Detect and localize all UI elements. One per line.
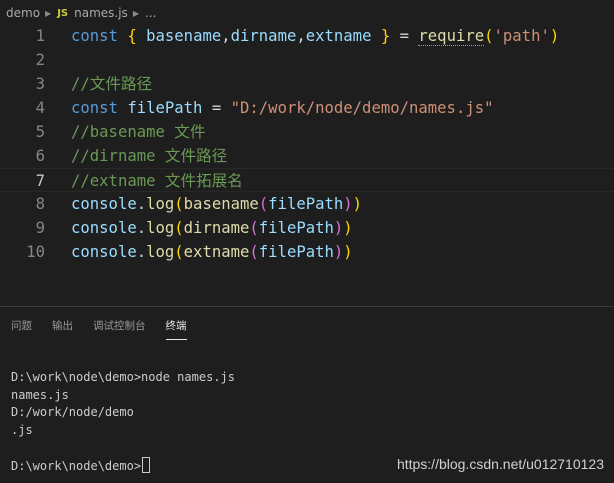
code-text: console.log(extname(filePath)) bbox=[71, 240, 353, 264]
code-token: console bbox=[71, 243, 137, 261]
code-token: extname bbox=[305, 27, 372, 45]
code-token: ( bbox=[174, 195, 184, 213]
code-token: ( bbox=[174, 219, 184, 237]
code-token: = bbox=[399, 27, 419, 45]
code-token: filePath bbox=[258, 219, 334, 237]
tab-terminal[interactable]: 终端 bbox=[165, 314, 187, 340]
code-token: basename bbox=[146, 27, 222, 45]
code-line[interactable]: 4 const filePath = "D:/work/node/demo/nam… bbox=[0, 96, 614, 120]
code-token: 'path' bbox=[493, 27, 550, 45]
breadcrumb-symbols[interactable]: ... bbox=[145, 6, 156, 20]
code-text: //文件路径 bbox=[71, 72, 152, 96]
line-number: 3 bbox=[35, 75, 45, 93]
code-token: . bbox=[136, 243, 147, 261]
chevron-right-icon: ▶ bbox=[45, 8, 52, 18]
code-token: ) bbox=[333, 219, 344, 237]
terminal-line: D:\work\node\demo>node names.js bbox=[11, 370, 235, 384]
terminal-line: names.js bbox=[11, 387, 69, 402]
code-token: //basename 文件 bbox=[71, 123, 206, 141]
line-number: 1 bbox=[35, 27, 45, 45]
code-line[interactable]: 5 //basename 文件 bbox=[0, 120, 614, 144]
breadcrumb: demo ▶ JS names.js ▶ ... bbox=[0, 0, 614, 26]
code-token: //extname 文件拓展名 bbox=[71, 172, 243, 190]
breadcrumb-folder[interactable]: demo bbox=[6, 6, 40, 20]
line-number: 4 bbox=[35, 99, 45, 117]
breadcrumb-file[interactable]: names.js bbox=[74, 6, 128, 20]
code-token: require bbox=[418, 27, 485, 46]
code-text: //basename 文件 bbox=[71, 120, 205, 144]
code-line[interactable]: 6 //dirname 文件路径 bbox=[0, 144, 614, 168]
terminal-cursor bbox=[142, 456, 151, 473]
code-token: console bbox=[71, 219, 137, 237]
code-token: ( bbox=[174, 243, 184, 261]
code-token: ( bbox=[258, 195, 269, 213]
code-text: const { basename,dirname,extname } = req… bbox=[71, 24, 559, 48]
bottom-panel: 问题 输出 调试控制台 终端 D:\work\node\demo>node names… bbox=[0, 306, 614, 483]
code-token: , bbox=[221, 27, 231, 45]
code-token: extname bbox=[183, 243, 250, 261]
code-text: //extname 文件拓展名 bbox=[71, 169, 243, 193]
code-line[interactable]: 2 bbox=[0, 48, 614, 72]
code-line[interactable]: 8 console.log(basename(filePath)) bbox=[0, 192, 614, 216]
code-token: = bbox=[202, 99, 231, 117]
chevron-right-icon: ▶ bbox=[132, 8, 139, 18]
code-text: console.log(basename(filePath)) bbox=[71, 192, 362, 216]
code-token: . bbox=[136, 219, 147, 237]
code-line[interactable]: 3 //文件路径 bbox=[0, 72, 614, 96]
code-token: dirname bbox=[183, 219, 250, 237]
code-token: log bbox=[146, 195, 175, 213]
code-token: dirname bbox=[230, 27, 297, 45]
code-token: log bbox=[146, 243, 175, 261]
code-token: filePath bbox=[258, 243, 334, 261]
line-number: 9 bbox=[35, 219, 45, 237]
line-number: 6 bbox=[35, 147, 45, 165]
tab-debug-console[interactable]: 调试控制台 bbox=[93, 314, 146, 337]
code-token: } bbox=[371, 27, 400, 45]
code-token: log bbox=[146, 219, 175, 237]
code-line[interactable]: 7 //extname 文件拓展名 bbox=[0, 168, 614, 192]
code-token: ) bbox=[343, 243, 353, 261]
code-token: ( bbox=[249, 219, 259, 237]
code-line[interactable]: 1 const { basename,dirname,extname } = re… bbox=[0, 24, 614, 48]
code-line[interactable]: 10 console.log(extname(filePath)) bbox=[0, 240, 614, 264]
javascript-file-icon: JS bbox=[57, 7, 69, 19]
code-token: basename bbox=[183, 195, 259, 213]
tab-problems[interactable]: 问题 bbox=[11, 314, 32, 337]
panel-tabs: 问题 输出 调试控制台 终端 bbox=[0, 307, 207, 343]
terminal-line: D:/work/node/demo bbox=[11, 405, 134, 419]
code-token: console bbox=[71, 195, 137, 213]
code-token: //dirname 文件路径 bbox=[71, 147, 228, 165]
watermark-text: https://blog.csdn.net/u012710123 bbox=[396, 456, 604, 472]
tab-output[interactable]: 输出 bbox=[52, 314, 73, 337]
line-number: 5 bbox=[35, 123, 45, 141]
code-token: const bbox=[71, 99, 128, 117]
code-token: ( bbox=[484, 27, 494, 45]
code-token: //文件路径 bbox=[71, 75, 153, 93]
line-number: 7 bbox=[35, 172, 45, 190]
code-token: ) bbox=[343, 195, 353, 213]
code-token: . bbox=[136, 195, 147, 213]
code-token: "D:/work/node/demo/names.js" bbox=[230, 99, 494, 117]
code-token: , bbox=[296, 27, 306, 45]
terminal-line: .js bbox=[11, 422, 33, 437]
code-line[interactable]: 9 console.log(dirname(filePath)) bbox=[0, 216, 614, 240]
code-token: filePath bbox=[127, 99, 203, 117]
code-token: ) bbox=[333, 243, 344, 261]
code-text: //dirname 文件路径 bbox=[71, 144, 227, 168]
code-token: filePath bbox=[268, 195, 344, 213]
code-token: const bbox=[71, 27, 128, 45]
line-number: 10 bbox=[26, 243, 45, 261]
code-editor[interactable]: 1 const { basename,dirname,extname } = re… bbox=[0, 24, 614, 306]
code-token: ) bbox=[549, 27, 560, 45]
line-number: 2 bbox=[35, 51, 45, 69]
code-token: ( bbox=[249, 243, 259, 261]
code-text: console.log(dirname(filePath)) bbox=[71, 216, 353, 240]
code-token: { bbox=[127, 27, 147, 45]
code-text: const filePath = "D:/work/node/demo/name… bbox=[71, 96, 494, 120]
code-token: ) bbox=[352, 195, 363, 213]
line-number: 8 bbox=[35, 195, 45, 213]
code-token: ) bbox=[343, 219, 353, 237]
